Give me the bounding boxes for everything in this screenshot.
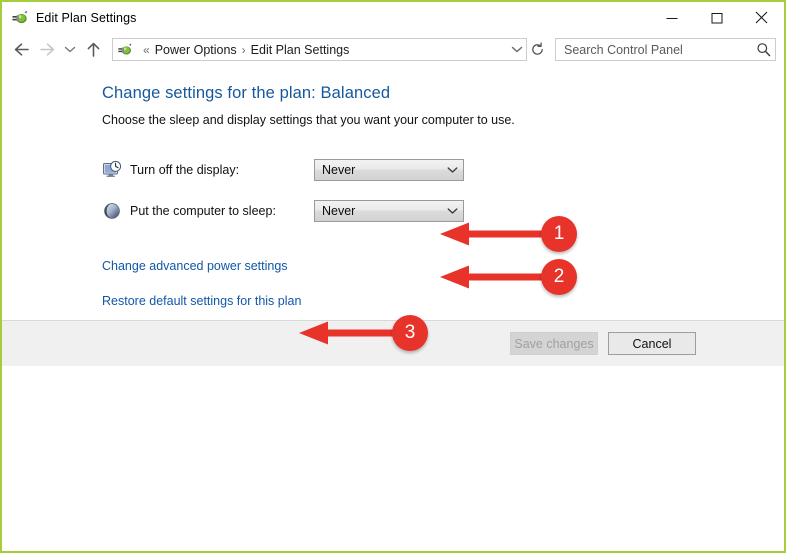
window-controls bbox=[649, 2, 784, 33]
close-button[interactable] bbox=[739, 2, 784, 33]
back-button[interactable] bbox=[8, 37, 34, 63]
chevron-down-icon bbox=[441, 166, 463, 174]
link-row-advanced: Change advanced power settings bbox=[102, 222, 784, 275]
link-row-restore: Restore default settings for this plan bbox=[102, 275, 784, 310]
navigation-bar: « Power Options › Edit Plan Settings bbox=[2, 33, 784, 66]
minimize-icon bbox=[666, 17, 677, 19]
setting-row-turn-off-display: Turn off the display: Never bbox=[102, 159, 784, 181]
search-button[interactable] bbox=[751, 39, 775, 60]
empty-area bbox=[2, 366, 784, 551]
setting-label-wrap: Put the computer to sleep: bbox=[130, 202, 314, 220]
turn-off-display-value: Never bbox=[322, 163, 356, 177]
search-input[interactable] bbox=[556, 42, 751, 57]
breadcrumb-overflow[interactable]: « bbox=[143, 43, 150, 57]
setting-label-wrap: Turn off the display: bbox=[130, 161, 314, 179]
page-title: Change settings for the plan: Balanced bbox=[102, 84, 391, 102]
title-bar: Edit Plan Settings bbox=[2, 2, 784, 33]
back-arrow-icon bbox=[14, 43, 29, 56]
forward-button bbox=[34, 37, 60, 63]
refresh-icon bbox=[531, 42, 543, 55]
recent-locations-button[interactable] bbox=[60, 37, 80, 63]
up-button[interactable] bbox=[80, 37, 106, 63]
setting-row-sleep: Put the computer to sleep: Never bbox=[102, 200, 784, 222]
setting-label-turn-off-display: Turn off the display: bbox=[130, 163, 240, 177]
cancel-button[interactable]: Cancel bbox=[608, 332, 696, 355]
power-plug-icon bbox=[11, 9, 29, 27]
sleep-moon-icon bbox=[102, 201, 122, 221]
maximize-button[interactable] bbox=[694, 2, 739, 33]
sleep-value: Never bbox=[322, 204, 356, 218]
breadcrumb-item-power-options[interactable]: Power Options bbox=[155, 43, 237, 57]
content-area: Change settings for the plan: Balanced C… bbox=[2, 66, 784, 351]
forward-arrow-icon bbox=[39, 43, 54, 56]
footer-bar: Save changes Cancel bbox=[2, 321, 784, 366]
power-plug-icon bbox=[117, 42, 133, 58]
breadcrumb-item-edit-plan-settings[interactable]: Edit Plan Settings bbox=[251, 43, 350, 57]
refresh-button[interactable] bbox=[527, 39, 547, 60]
address-bar[interactable]: « Power Options › Edit Plan Settings bbox=[112, 38, 527, 61]
edit-plan-settings-window: Edit Plan Settings « Power Options › Edi… bbox=[0, 0, 786, 553]
save-changes-button[interactable]: Save changes bbox=[510, 332, 598, 355]
chevron-down-icon bbox=[64, 46, 76, 53]
chevron-down-icon bbox=[511, 46, 523, 53]
breadcrumb-separator[interactable]: › bbox=[242, 43, 246, 57]
close-icon bbox=[755, 11, 768, 24]
search-icon bbox=[756, 43, 770, 57]
setting-label-sleep: Put the computer to sleep: bbox=[130, 204, 276, 218]
window-title: Edit Plan Settings bbox=[36, 10, 137, 25]
sleep-dropdown[interactable]: Never bbox=[314, 200, 464, 222]
maximize-icon bbox=[711, 12, 722, 23]
restore-default-settings-link[interactable]: Restore default settings for this plan bbox=[102, 294, 301, 308]
up-arrow-icon bbox=[87, 42, 99, 57]
search-box[interactable] bbox=[555, 38, 776, 61]
address-dropdown-button[interactable] bbox=[508, 39, 526, 60]
chevron-down-icon bbox=[441, 207, 463, 215]
monitor-clock-icon bbox=[102, 160, 122, 180]
change-advanced-power-settings-link[interactable]: Change advanced power settings bbox=[102, 259, 288, 273]
minimize-button[interactable] bbox=[649, 2, 694, 33]
page-subtitle: Choose the sleep and display settings th… bbox=[102, 113, 515, 127]
turn-off-display-dropdown[interactable]: Never bbox=[314, 159, 464, 181]
